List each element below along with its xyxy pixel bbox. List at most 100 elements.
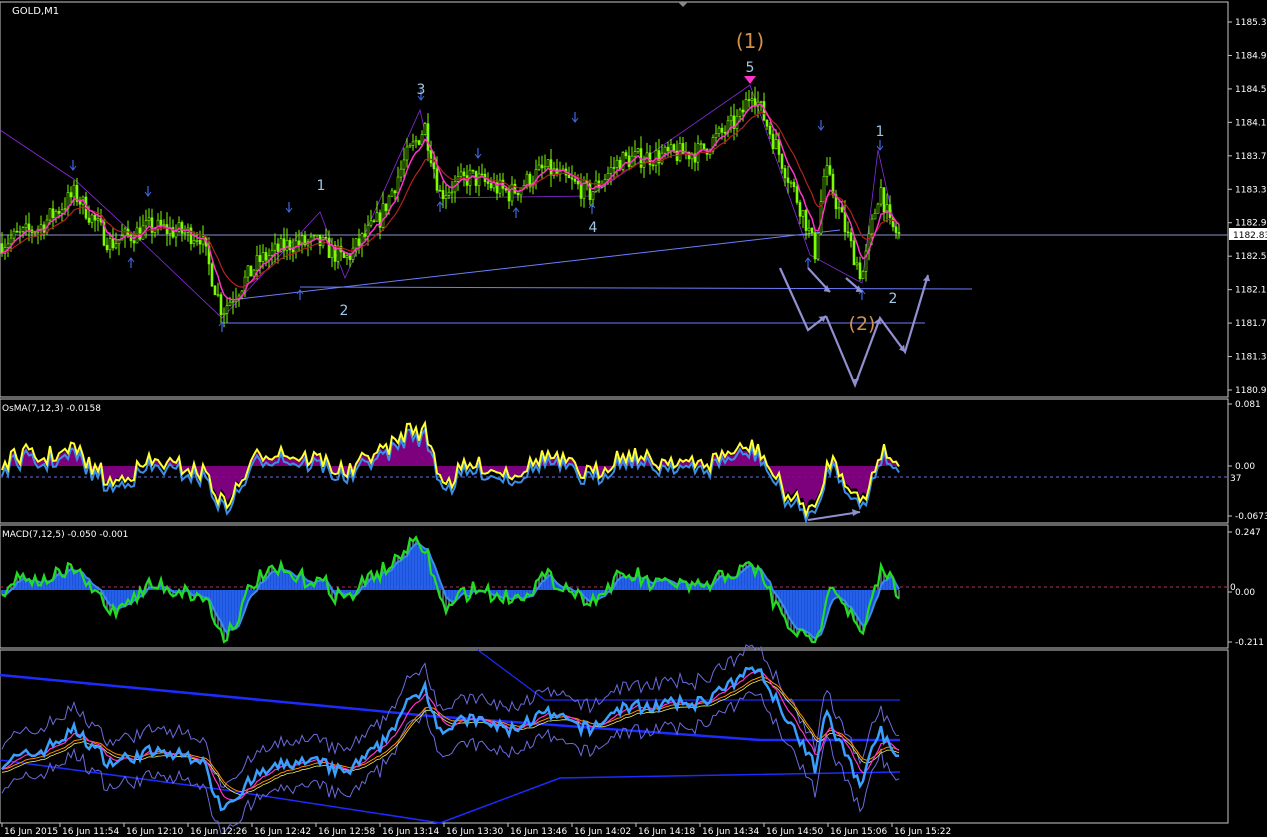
candle-body (606, 172, 610, 180)
candle-body (264, 252, 268, 261)
time-tick-label: 16 Jun 12:58 (318, 827, 375, 837)
candle-body (549, 159, 553, 177)
osma-label: OsMA(7,12,3) -0.0158 (2, 404, 101, 414)
candle-body (117, 239, 121, 245)
candle-body (159, 219, 163, 227)
price-tick-label: 1181.75 (1235, 319, 1267, 329)
candle-body (249, 265, 253, 277)
wave-label: (2) (849, 313, 876, 335)
candle-body (198, 239, 202, 245)
candle-body (783, 168, 787, 179)
candle-body (798, 202, 802, 217)
candle-body (396, 176, 400, 194)
candle-body (435, 168, 439, 191)
candle-body (69, 192, 73, 198)
candle-body (273, 243, 277, 251)
candle-body (33, 232, 37, 234)
candle-body (666, 146, 670, 152)
candle-body (177, 222, 181, 232)
candle-body (225, 305, 229, 314)
candle-body (510, 183, 514, 202)
candle-body (714, 133, 718, 138)
candle-body (402, 159, 406, 170)
candle-body (21, 227, 25, 232)
symbol-label: GOLD,M1 (12, 6, 59, 17)
candle-body (729, 115, 733, 122)
candle-body (780, 154, 784, 169)
candle-body (813, 232, 817, 260)
candle-body (894, 226, 898, 233)
candle-body (858, 262, 862, 280)
osma-side-value: 37 (1230, 474, 1241, 484)
time-tick-label: 16 Jun 13:30 (446, 827, 503, 837)
wave-label: 4 (589, 220, 598, 236)
candle-body (480, 173, 484, 176)
candle-body (297, 240, 301, 246)
candle-body (114, 243, 118, 249)
candle-body (324, 237, 328, 239)
price-tick-label: 1184.55 (1235, 85, 1267, 95)
candle-body (738, 109, 742, 117)
candle-body (24, 223, 28, 228)
candle-body (285, 240, 289, 251)
candle-body (312, 235, 316, 238)
candle-body (216, 294, 220, 296)
candle-body (210, 263, 214, 287)
candle-body (51, 208, 55, 219)
candle-body (765, 119, 769, 127)
candle-body (471, 169, 475, 172)
time-tick-label: 16 Jun 11:54 (62, 827, 119, 837)
candle-body (768, 125, 772, 135)
candle-body (111, 238, 115, 249)
candle-body (219, 294, 223, 316)
trading-chart: (1) 5 3 1 2 4 1 2 (2) 1185.35 1184.95 1184.55 1184.… (0, 1, 1267, 837)
candle-body (624, 152, 628, 157)
time-tick-label: 16 Jun 12:10 (126, 827, 183, 837)
time-tick-label: 16 Jun 14:50 (766, 827, 823, 837)
candle-body (837, 207, 841, 210)
candle-body (408, 145, 412, 148)
candle-body (840, 207, 844, 213)
candle-body (315, 234, 319, 237)
macd-side-value: 0 (1230, 583, 1236, 593)
candle-body (672, 144, 676, 152)
macd-panel (0, 524, 1229, 649)
candle-body (417, 140, 421, 145)
candle-body (537, 164, 541, 170)
candle-body (222, 312, 226, 316)
candle-body (789, 181, 793, 184)
candle-body (669, 144, 673, 152)
candle-body (132, 240, 136, 244)
candle-body (144, 220, 148, 227)
candle-body (105, 244, 109, 251)
candle-body (72, 184, 76, 198)
candle-body (432, 162, 436, 170)
candle-body (438, 189, 442, 192)
candle-body (450, 191, 454, 194)
candle-body (183, 232, 187, 234)
candle-body (414, 140, 418, 143)
candle-body (759, 101, 763, 103)
candle-body (720, 127, 724, 133)
candle-body (525, 173, 529, 186)
candle-body (741, 109, 745, 113)
candle-body (231, 301, 235, 303)
candle-body (519, 187, 523, 196)
candle-body (828, 165, 832, 175)
macd-tick-label: 0.247 (1235, 528, 1261, 538)
wave-label: (1) (736, 29, 764, 53)
osma-panel (0, 398, 1229, 525)
candle-body (636, 148, 640, 152)
time-tick-label: 16 Jun 13:14 (382, 827, 439, 837)
candle-body (369, 220, 373, 226)
wave-label: 3 (417, 82, 426, 98)
candle-body (633, 151, 637, 157)
candle-body (702, 143, 706, 150)
candle-body (261, 252, 265, 262)
candle-body (96, 218, 100, 221)
candle-body (462, 171, 466, 176)
candle-body (855, 262, 859, 266)
candle-body (12, 230, 16, 239)
candle-body (180, 222, 184, 234)
candle-body (876, 203, 880, 214)
